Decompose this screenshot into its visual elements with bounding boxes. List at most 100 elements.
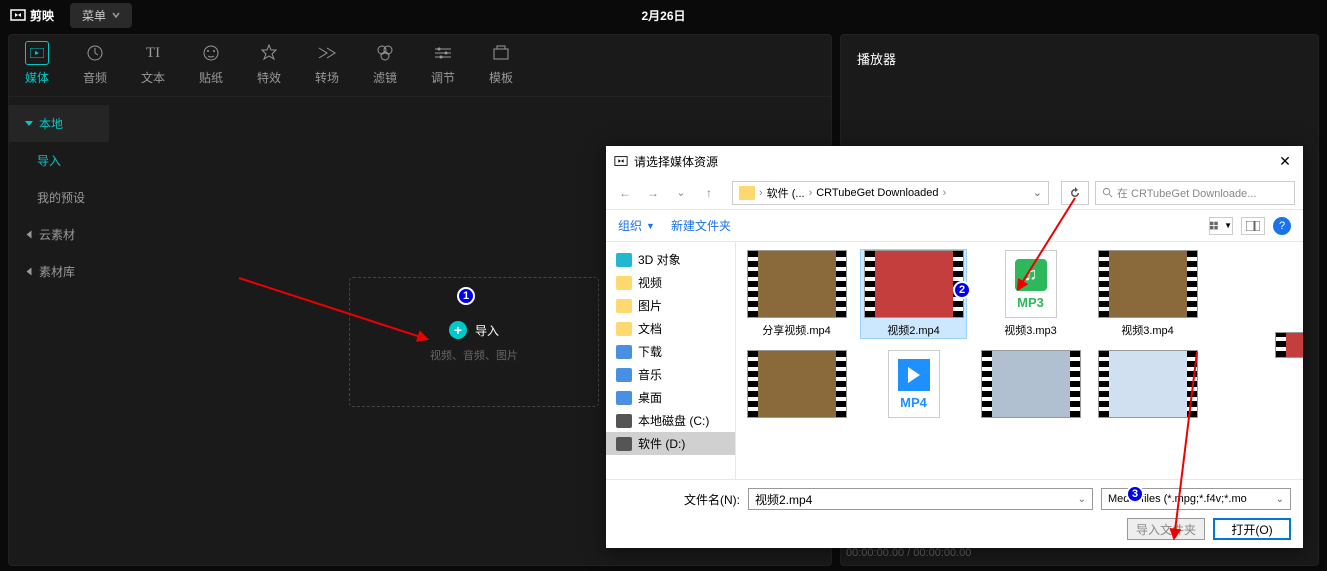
toolbar: 媒体 音频 TI文本贴纸特效 转场滤镜 调节 模板: [8, 34, 832, 96]
nav-up-button[interactable]: ↑: [698, 182, 720, 204]
breadcrumb-seg-1[interactable]: 软件 (...: [767, 185, 805, 201]
open-button[interactable]: 打开(O): [1213, 518, 1291, 540]
search-icon: [1102, 187, 1113, 198]
file-name: 视频3.mp4: [1121, 322, 1174, 338]
toolbar-label: 滤镜: [373, 69, 397, 86]
folder-tree-item[interactable]: 本地磁盘 (C:): [606, 409, 735, 432]
folder-label: 图片: [638, 297, 662, 314]
menu-label: 菜单: [82, 7, 106, 24]
search-placeholder: 在 CRTubeGet Downloade...: [1117, 185, 1256, 201]
file-item[interactable]: 视频2.mp4: [861, 250, 966, 338]
file-thumbnail: [864, 250, 964, 318]
toolbar-icon: [199, 41, 223, 65]
folder-icon: [616, 345, 632, 359]
file-item-clipped[interactable]: [1275, 332, 1303, 358]
preview-pane-button[interactable]: [1241, 217, 1265, 235]
sidebar-item-presets[interactable]: 我的预设: [9, 179, 109, 216]
organize-button[interactable]: 组织▼: [618, 217, 655, 234]
breadcrumb-seg-2[interactable]: CRTubeGet Downloaded: [816, 187, 938, 199]
toolbar-item[interactable]: 音频: [77, 41, 113, 86]
refresh-button[interactable]: [1061, 181, 1089, 205]
folder-label: 视频: [638, 274, 662, 291]
folder-tree-item[interactable]: 视频: [606, 271, 735, 294]
toolbar-item[interactable]: 媒体: [19, 41, 55, 86]
annotation-badge-2: 2: [953, 281, 971, 299]
app-name: 剪映: [30, 7, 54, 24]
file-item[interactable]: [744, 350, 849, 422]
close-button[interactable]: ✕: [1275, 151, 1295, 171]
menu-button[interactable]: 菜单: [70, 3, 132, 28]
folder-tree-item[interactable]: 3D 对象: [606, 248, 735, 271]
preview-icon: [1246, 221, 1260, 231]
folder-label: 音乐: [638, 366, 662, 383]
new-folder-button[interactable]: 新建文件夹: [671, 217, 731, 234]
file-item[interactable]: 分享视频.mp4: [744, 250, 849, 338]
view-mode-button[interactable]: ▼: [1209, 217, 1233, 235]
folder-label: 下载: [638, 343, 662, 360]
toolbar-item[interactable]: 转场: [309, 41, 345, 86]
import-label: 导入: [475, 322, 499, 339]
toolbar-label: 调节: [431, 69, 455, 86]
toolbar-item[interactable]: 滤镜: [367, 41, 403, 86]
sidebar-item-local[interactable]: 本地: [9, 105, 109, 142]
file-name: 视频2.mp4: [887, 322, 940, 338]
folder-label: 软件 (D:): [638, 435, 685, 452]
sidebar-presets-label: 我的预设: [37, 189, 85, 206]
nav-recent-button[interactable]: ⌄: [670, 182, 692, 204]
folder-label: 文档: [638, 320, 662, 337]
file-thumbnail: ♫MP3: [1005, 250, 1057, 318]
file-name: 分享视频.mp4: [762, 322, 830, 338]
toolbar-item[interactable]: TI文本: [135, 41, 171, 86]
toolbar-label: 媒体: [25, 69, 49, 86]
toolbar-item[interactable]: 模板: [483, 41, 519, 86]
grid-icon: [1210, 221, 1222, 231]
folder-tree-item[interactable]: 图片: [606, 294, 735, 317]
folder-icon: [739, 186, 755, 200]
nav-forward-button[interactable]: →: [642, 182, 664, 204]
file-item[interactable]: [1095, 350, 1200, 422]
sidebar-item-library[interactable]: 素材库: [9, 253, 109, 290]
sidebar-item-import[interactable]: 导入: [9, 142, 109, 179]
breadcrumb[interactable]: › 软件 (... › CRTubeGet Downloaded › ⌄: [732, 181, 1049, 205]
toolbar-item[interactable]: 调节: [425, 41, 461, 86]
search-input[interactable]: 在 CRTubeGet Downloade...: [1095, 181, 1295, 205]
toolbar-item[interactable]: 特效: [251, 41, 287, 86]
folder-icon: [616, 437, 632, 451]
dialog-footer: 文件名(N): 视频2.mp4 ⌄ Media files (*.mpg;*.f…: [606, 479, 1303, 548]
dialog-nav: ← → ⌄ ↑ › 软件 (... › CRTubeGet Downloaded…: [606, 176, 1303, 210]
file-item[interactable]: ♫MP3 视频3.mp3: [978, 250, 1083, 338]
file-thumbnail: [1098, 250, 1198, 318]
nav-back-button[interactable]: ←: [614, 182, 636, 204]
folder-tree-item[interactable]: 文档: [606, 317, 735, 340]
folder-icon: [616, 299, 632, 313]
file-item[interactable]: [978, 350, 1083, 422]
help-button[interactable]: ?: [1273, 217, 1291, 235]
dialog-titlebar: 请选择媒体资源 ✕: [606, 146, 1303, 176]
filename-input[interactable]: 视频2.mp4 ⌄: [748, 488, 1093, 510]
file-thumbnail: [747, 350, 847, 418]
folder-tree-item[interactable]: 下载: [606, 340, 735, 363]
filename-value: 视频2.mp4: [755, 491, 812, 508]
player-title: 播放器: [841, 35, 1318, 82]
dialog-toolbar: 组织▼ 新建文件夹 ▼ ?: [606, 210, 1303, 242]
folder-icon: [616, 368, 632, 382]
import-folder-button[interactable]: 导入文件夹: [1127, 518, 1205, 540]
file-name: 视频3.mp3: [1004, 322, 1057, 338]
triangle-down-icon: [25, 121, 33, 126]
sidebar-library-label: 素材库: [39, 263, 75, 280]
folder-tree-item[interactable]: 音乐: [606, 363, 735, 386]
plus-icon: +: [449, 321, 467, 339]
folder-tree-item[interactable]: 桌面: [606, 386, 735, 409]
sidebar-item-cloud[interactable]: 云素材: [9, 216, 109, 253]
folder-icon: [616, 391, 632, 405]
toolbar-icon: [431, 41, 455, 65]
file-item[interactable]: MP4: [861, 350, 966, 422]
toolbar-label: 特效: [257, 69, 281, 86]
toolbar-item[interactable]: 贴纸: [193, 41, 229, 86]
folder-tree-item[interactable]: 软件 (D:): [606, 432, 735, 455]
file-item[interactable]: 视频3.mp4: [1095, 250, 1200, 338]
folder-icon: [616, 276, 632, 290]
logo-icon: [10, 7, 26, 23]
dialog-body: 3D 对象视频图片文档下载音乐桌面本地磁盘 (C:) 软件 (D:) 分享视频.m…: [606, 242, 1303, 479]
folder-icon: [616, 414, 632, 428]
